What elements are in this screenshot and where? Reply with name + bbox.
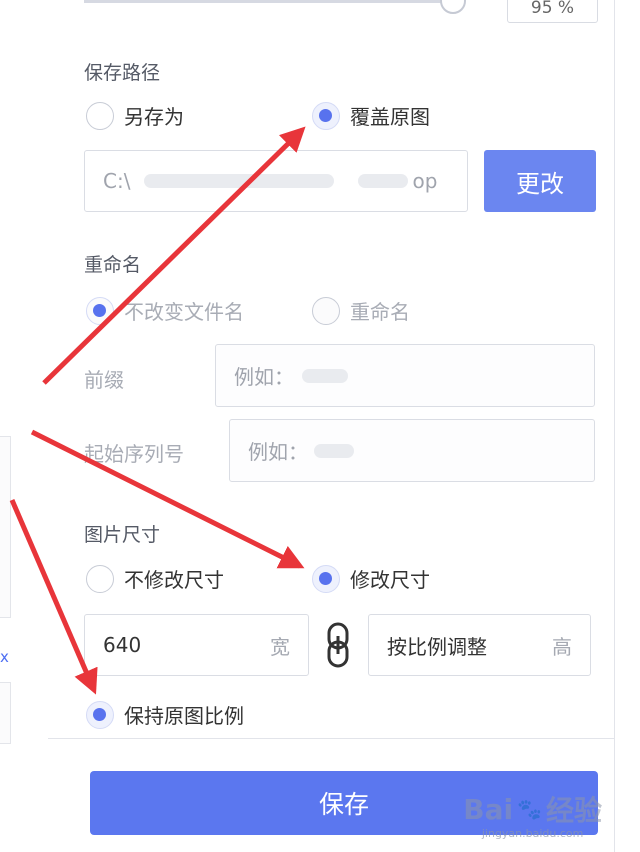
arrow-to-overwrite bbox=[42, 126, 306, 385]
annotation-arrows bbox=[9, 126, 306, 695]
watermark-brand-suffix: 经验 bbox=[545, 794, 602, 827]
watermark-url: jingyan.baidu.com bbox=[481, 827, 584, 840]
arrow-to-change-size bbox=[30, 429, 305, 569]
watermark-brand: Bai bbox=[463, 792, 514, 826]
baidu-watermark: Bai 🐾 经验 jingyan.baidu.com bbox=[463, 789, 602, 841]
arrow-to-keep-ratio bbox=[9, 499, 98, 695]
paw-icon: 🐾 bbox=[517, 797, 542, 821]
